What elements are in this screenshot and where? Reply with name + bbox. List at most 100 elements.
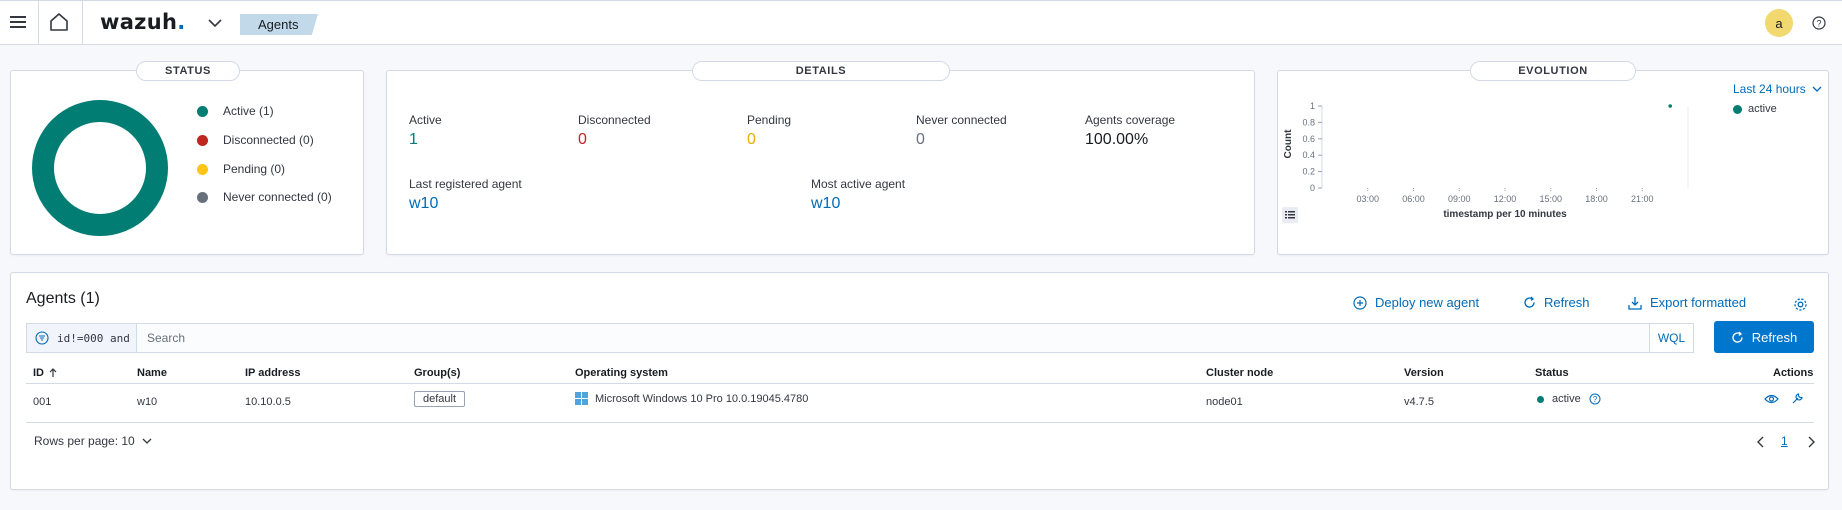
cell-id[interactable]: 001 — [33, 396, 51, 408]
column-header-groups[interactable]: Group(s) — [414, 367, 460, 379]
data-point-active — [1668, 104, 1673, 108]
sort-ascending-icon — [49, 368, 57, 377]
legend-item-pending[interactable]: Pending (0) — [197, 162, 285, 176]
evolution-panel: EVOLUTION Last 24 hours active 1 0.8 0.6 0.… — [1277, 61, 1829, 255]
status-dot-icon — [1537, 395, 1544, 403]
rows-per-page-selector[interactable]: Rows per page: 10 — [34, 434, 152, 448]
avatar[interactable]: a — [1765, 9, 1793, 37]
agents-table-title: Agents (1) — [26, 290, 100, 307]
deploy-new-agent-button[interactable]: Deploy new agent — [1353, 295, 1479, 310]
disconnected-dot-icon — [197, 134, 208, 146]
legend-toggle-icon[interactable] — [1282, 207, 1298, 223]
y-tick-label: 0.6 — [1302, 134, 1315, 144]
column-header-version[interactable]: Version — [1404, 367, 1444, 379]
stat-pending-value[interactable]: 0 — [747, 131, 756, 149]
chevron-left-icon[interactable] — [1756, 436, 1766, 451]
deploy-label: Deploy new agent — [1375, 295, 1480, 310]
details-panel-title: DETAILS — [692, 61, 950, 81]
most-active-agent-link[interactable]: w10 — [811, 195, 840, 213]
refresh-button-label: Refresh — [1751, 329, 1798, 345]
y-tick-label: 1 — [1310, 101, 1315, 111]
last-registered-agent-link[interactable]: w10 — [409, 195, 438, 213]
y-tick-label: 0 — [1310, 183, 1315, 193]
help-icon[interactable]: ? — [1812, 16, 1826, 30]
gear-icon[interactable] — [1793, 297, 1808, 315]
rows-per-page-label: Rows per page: 10 — [34, 434, 135, 448]
last-registered-agent-label: Last registered agent — [409, 177, 522, 191]
cell-os[interactable]: Microsoft Windows 10 Pro 10.0.19045.4780 — [575, 392, 808, 405]
refresh-icon — [1732, 331, 1743, 343]
column-header-name[interactable]: Name — [137, 367, 167, 379]
eye-icon[interactable] — [1764, 393, 1779, 408]
header-divider — [26, 383, 1814, 384]
menu-icon[interactable] — [6, 10, 30, 34]
x-tick-label: 06:00 — [1402, 194, 1425, 204]
agents-table-panel: Agents (1) Deploy new agent Refresh Expo… — [10, 272, 1829, 490]
search-input[interactable]: Search — [147, 331, 185, 345]
y-tick-label: 0.4 — [1302, 150, 1315, 160]
column-header-status[interactable]: Status — [1535, 367, 1569, 379]
x-tick-label: 03:00 — [1356, 194, 1379, 204]
top-navigation-bar: wazuh. Agents a ? — [0, 0, 1842, 45]
svg-text:?: ? — [1593, 395, 1598, 404]
chevron-down-icon[interactable] — [206, 14, 224, 32]
stat-never-connected-label: Never connected — [916, 113, 1007, 127]
y-axis-label: Count — [1283, 129, 1294, 159]
x-tick-label: 15:00 — [1539, 194, 1562, 204]
details-panel: DETAILS Active 1 Disconnected 0 Pending … — [386, 61, 1255, 255]
legend-label: Pending (0) — [223, 162, 286, 176]
stat-disconnected-value[interactable]: 0 — [578, 131, 587, 149]
status-label: active — [1552, 393, 1581, 405]
legend-item-never-connected[interactable]: Never connected (0) — [197, 190, 332, 204]
wrench-icon[interactable] — [1790, 391, 1805, 409]
active-dot-icon — [197, 105, 208, 117]
legend-item-disconnected[interactable]: Disconnected (0) — [197, 133, 314, 147]
cell-status[interactable]: active ? — [1537, 393, 1601, 405]
svg-text:?: ? — [1816, 19, 1821, 29]
legend-item-active[interactable]: Active (1) — [197, 104, 274, 118]
divider — [82, 1, 83, 45]
chevron-right-icon[interactable] — [1806, 436, 1816, 451]
stat-coverage-label: Agents coverage — [1085, 113, 1176, 127]
export-formatted-button[interactable]: Export formatted — [1628, 295, 1746, 310]
windows-icon — [575, 392, 588, 405]
never-connected-dot-icon — [197, 191, 208, 203]
column-label: ID — [33, 367, 44, 379]
status-panel: STATUS Active (1) Disconnected (0) Pendi… — [10, 61, 364, 255]
cell-cluster-node[interactable]: node01 — [1206, 396, 1243, 408]
legend-label: Active (1) — [223, 104, 274, 118]
y-tick-label: 0.2 — [1302, 167, 1315, 177]
wazuh-logo[interactable]: wazuh. — [100, 10, 185, 34]
plus-circle-icon — [1353, 295, 1367, 310]
column-header-os[interactable]: Operating system — [575, 367, 668, 379]
column-header-cluster-node[interactable]: Cluster node — [1206, 367, 1273, 379]
group-badge[interactable]: default — [414, 391, 466, 407]
help-icon[interactable]: ? — [1589, 393, 1601, 405]
x-tick-label: 18:00 — [1585, 194, 1608, 204]
query-filter[interactable]: id!=000 and — [27, 324, 137, 352]
status-donut-chart — [32, 100, 168, 236]
most-active-agent-label: Most active agent — [811, 177, 906, 191]
filter-icon — [35, 331, 49, 345]
column-header-ip[interactable]: IP address — [245, 367, 300, 379]
wql-button[interactable]: WQL — [1649, 324, 1693, 352]
column-header-id[interactable]: ID — [33, 367, 58, 379]
breadcrumb-agents[interactable]: Agents — [240, 14, 318, 35]
cell-version[interactable]: v4.7.5 — [1404, 396, 1434, 408]
stat-disconnected-label: Disconnected — [578, 113, 651, 127]
refresh-button[interactable]: Refresh — [1714, 321, 1814, 353]
stat-coverage-value: 100.00% — [1085, 131, 1149, 148]
divider — [38, 1, 39, 45]
home-icon[interactable] — [48, 11, 72, 35]
stat-never-connected-value[interactable]: 0 — [916, 131, 925, 149]
status-panel-title: STATUS — [136, 61, 240, 81]
stat-active-value[interactable]: 1 — [409, 131, 418, 149]
refresh-link-button[interactable]: Refresh — [1523, 295, 1590, 310]
page-1-button[interactable]: 1 — [1781, 434, 1788, 448]
filter-query-text: id!=000 and — [57, 331, 130, 345]
chevron-down-icon — [142, 438, 152, 444]
x-tick-label: 12:00 — [1494, 194, 1517, 204]
evolution-chart: 1 0.8 0.6 0.4 0.2 0 03:00 06:00 09:00 12:00 15:00… — [1283, 101, 1689, 220]
cell-ip[interactable]: 10.10.0.5 — [245, 396, 291, 408]
cell-name[interactable]: w10 — [137, 396, 157, 408]
